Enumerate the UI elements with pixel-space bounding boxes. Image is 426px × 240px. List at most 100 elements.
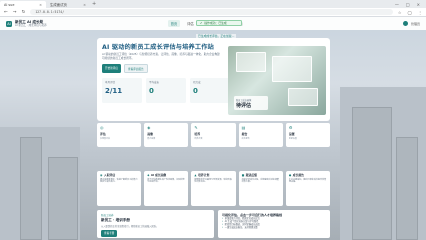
feature-text: 智能推荐学习路径与导师资源，制定阶段性培养目标。 — [194, 178, 232, 184]
stat-value: 0 — [193, 87, 198, 96]
feature-card[interactable]: ● 成长报告 汇总关键指标，输出可视化成长报告供管理决策。 — [285, 171, 331, 206]
close-tab-icon[interactable]: × — [39, 3, 42, 7]
view-handbook-button[interactable]: 查看手册 — [101, 229, 118, 237]
hero-card: AI 驱动的新员工成长评估与培养工作站 AI 驱动的新员工评估（2025）与智能… — [97, 38, 330, 121]
caption-big: 待评估 — [236, 102, 252, 109]
glass-panel — [288, 88, 318, 106]
stat-card: 已完成 0 — [190, 78, 230, 104]
module-name: 报告 — [241, 132, 248, 136]
illustration-caption: 新员工成长画像 待评估 — [234, 96, 268, 110]
forward-icon[interactable]: → — [13, 10, 17, 15]
feature-text: 持续记录成长过程，定期复盘并动态调整培养方案。 — [241, 178, 280, 184]
glass-panel — [236, 52, 266, 72]
profile-icon: ◈ — [147, 125, 151, 130]
feature-card[interactable]: ◉ 入职评估 通过多维度测评，快速了解新员工的能力现状与成长潜力。 — [97, 171, 142, 206]
browser-tab[interactable]: 生成面试页 × — [46, 1, 90, 8]
hero-description: AI 驱动的新员工评估（2025）与智能培养方案，让评估、画像、培养与跟进一体化… — [102, 52, 220, 60]
back-icon[interactable]: ← — [4, 10, 8, 15]
feature-card[interactable]: ▲ 培养计划 智能推荐学习路径与导师资源，制定阶段性培养目标。 — [191, 171, 236, 206]
menu-item-assess[interactable]: 评估 — [184, 20, 196, 27]
feature-cards: ◉ 入职评估 通过多维度测评，快速了解新员工的能力现状与成长潜力。 ◆ AI 成长画… — [97, 171, 331, 206]
success-toast: ✔ 操作成功：已生成 — [196, 20, 242, 26]
gear-icon: ⚙ — [288, 125, 293, 130]
stat-value: 2/11 — [105, 87, 123, 96]
module-name: 培养 — [194, 132, 201, 136]
report-icon: ▤ — [241, 125, 246, 130]
feature-card[interactable]: ■ 跟进反馈 持续记录成长过程，定期复盘并动态调整培养方案。 — [238, 171, 283, 206]
panel-tag: 新员工培养 — [101, 214, 114, 217]
profile-icon[interactable]: ◯ — [408, 10, 412, 15]
module-row: ◎ 评估 多维度评估 ◈ 画像 能力画像 ✎ 培养 培养方案 ▤ 报告 成长报告… — [97, 123, 331, 147]
roadmap-panel: 可视化评估，点击一步可自行的人才培养路线 多维度能力评估，精准定位成长起点 AI… — [218, 210, 330, 238]
module-desc: 能力画像 — [147, 137, 156, 140]
feature-title: 跟进反馈 — [245, 173, 257, 177]
stat-label: 平均成长 — [149, 81, 160, 85]
hero-illustration: 新员工成长画像 待评估 — [228, 46, 326, 115]
feature-text: 基于评估数据生成个性化画像，识别优势与待提升项。 — [147, 178, 185, 184]
module-name: 评估 — [100, 132, 106, 136]
module-profile[interactable]: ◈ 画像 能力画像 — [144, 123, 189, 147]
module-settings[interactable]: ⚙ 设置 系统设置 — [285, 123, 331, 147]
panel-title: 新员工 · 培训手册 — [101, 218, 131, 222]
feature-icon: ◆ — [147, 173, 150, 177]
more-icon[interactable]: ⋮ — [418, 10, 422, 15]
reload-icon[interactable]: ↻ — [22, 10, 26, 15]
stat-value: 0 — [149, 87, 154, 96]
target-icon: ◎ — [100, 125, 104, 130]
feature-title: 成长报告 — [292, 173, 304, 177]
background-tower — [48, 157, 78, 240]
page-viewport: AI 新员工 AI 成长助 AI 新员工 · 成长评估与培养 首页 评估 培养 … — [0, 17, 426, 240]
background-tower — [352, 107, 392, 240]
feature-text: 汇总关键指标，输出可视化成长报告供管理决策。 — [288, 178, 327, 184]
browser-tools: ☆ ◯ ⋮ — [398, 10, 422, 15]
maximize-icon[interactable]: □ — [406, 2, 410, 7]
feature-title: 培养计划 — [198, 173, 210, 177]
app-logo[interactable]: AI — [6, 20, 12, 27]
url-field[interactable]: 127.0.0.1:5174/ — [30, 9, 393, 15]
stat-card: 平均成长 0 — [146, 78, 186, 104]
star-icon[interactable]: ☆ — [398, 10, 402, 15]
module-report[interactable]: ▤ 报告 成长报告 — [238, 123, 283, 147]
feature-icon: ■ — [241, 173, 245, 177]
feature-text: 通过多维度测评，快速了解新员工的能力现状与成长潜力。 — [100, 178, 138, 184]
module-desc: 培养方案 — [194, 137, 203, 140]
feature-icon: ● — [288, 173, 292, 177]
view-report-button[interactable]: 查看评估报告 — [123, 64, 148, 74]
tab-label: 生成面试页 — [50, 3, 67, 7]
brand-subtitle: AI 新员工 · 成长评估与培养 — [15, 23, 47, 27]
module-desc: 多维度评估 — [100, 137, 111, 140]
module-name: 设置 — [288, 132, 295, 136]
user-name: 管理员 — [410, 21, 420, 26]
stat-label: 本月评估 — [105, 81, 116, 85]
menu-item-home[interactable]: 首页 — [167, 20, 181, 27]
stat-card: 本月评估 2/11 — [102, 78, 142, 104]
list-item: 一键生成成长报告，支持管理决策 — [222, 226, 326, 229]
check-icon: ✔ — [200, 21, 203, 25]
address-bar: ← → ↻ 127.0.0.1:5174/ ☆ ◯ ⋮ — [0, 8, 426, 17]
close-window-icon[interactable]: × — [417, 2, 420, 7]
panel-text: 从入职到转正的全流程指引，帮助新员工快速融入团队。 — [101, 224, 159, 228]
stat-label: 已完成 — [193, 81, 201, 85]
glass-panel — [272, 56, 312, 82]
window-controls: — □ × — [395, 2, 426, 7]
new-tab-icon[interactable]: + — [92, 1, 96, 7]
module-train[interactable]: ✎ 培养 培养方案 — [191, 123, 236, 147]
user-menu[interactable]: 管理员 — [402, 21, 420, 26]
background-tower — [20, 137, 42, 240]
module-desc: 系统设置 — [288, 137, 297, 140]
feature-card[interactable]: ◆ AI 成长画像 基于评估数据生成个性化画像，识别优势与待提升项。 — [144, 171, 189, 206]
handbook-panel: 新员工培养 新员工 · 培训手册 从入职到转正的全流程指引，帮助新员工快速融入团… — [97, 210, 214, 238]
brand: 新员工 AI 成长助 AI 新员工 · 成长评估与培养 — [15, 20, 47, 28]
feature-icon: ▲ — [194, 173, 197, 177]
start-assessment-button[interactable]: 开始新评估 — [102, 64, 121, 74]
close-tab-icon[interactable]: × — [83, 3, 86, 7]
feature-title: 入职评估 — [103, 173, 116, 177]
avatar[interactable] — [402, 21, 408, 26]
stats-row: 本月评估 2/11 平均成长 0 已完成 0 — [102, 78, 230, 104]
minimize-icon[interactable]: — — [395, 2, 399, 7]
toast-text: 操作成功：已生成 — [204, 21, 227, 25]
module-desc: 成长报告 — [241, 137, 250, 140]
module-assess[interactable]: ◎ 评估 多维度评估 — [97, 123, 142, 147]
tab-label: AI sue — [4, 2, 15, 7]
browser-tab-active[interactable]: AI sue × — [0, 1, 46, 8]
